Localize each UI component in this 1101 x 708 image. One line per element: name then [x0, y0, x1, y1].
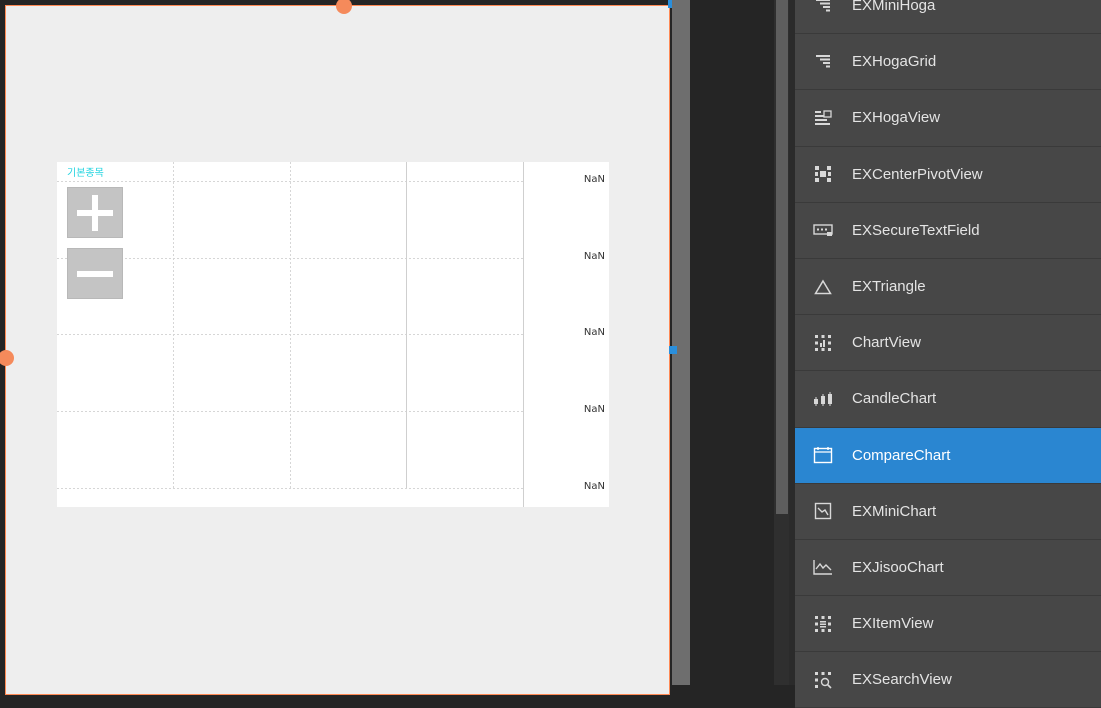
- y-axis-label: NaN: [583, 481, 605, 492]
- hoga-icon: [813, 0, 833, 16]
- palette-item-label: EXHogaGrid: [852, 53, 937, 71]
- design-page[interactable]: 기본종목 NaN NaN NaN NaN NaN: [0, 0, 670, 695]
- palette-item-exhogagrid[interactable]: EXHogaGrid: [795, 34, 1101, 91]
- y-axis-label: NaN: [583, 251, 605, 262]
- palette-item-exjisoochart[interactable]: EXJisooChart: [795, 539, 1101, 597]
- design-canvas[interactable]: 기본종목 NaN NaN NaN NaN NaN: [0, 0, 690, 695]
- pivot-view-icon: [813, 164, 833, 184]
- palette-item-label: EXTriangle: [852, 278, 926, 296]
- search-view-icon: [813, 670, 833, 690]
- zoom-in-button[interactable]: [67, 187, 123, 238]
- resize-handle-left[interactable]: [0, 350, 14, 366]
- palette-scrollbar-thumb[interactable]: [776, 0, 788, 514]
- mini-chart-icon: [813, 501, 833, 521]
- palette-item-label: EXMiniChart: [852, 502, 937, 520]
- palette-item-label: CompareChart: [852, 446, 951, 464]
- palette-item-chartview[interactable]: ChartView: [795, 315, 1101, 372]
- workspace-gutter: [690, 0, 774, 685]
- palette-item-candlechart[interactable]: CandleChart: [795, 371, 1101, 428]
- y-axis-label: NaN: [583, 327, 605, 338]
- palette-item-exhogaview[interactable]: EXHogaView: [795, 90, 1101, 147]
- hoga-view-icon: [813, 108, 833, 128]
- palette-item-label: EXSecureTextField: [852, 221, 980, 239]
- palette-item-label: EXJisooChart: [852, 558, 944, 576]
- palette-item-label: EXMiniHoga: [852, 0, 936, 15]
- resize-handle-top[interactable]: [336, 0, 352, 14]
- palette-item-exsearchview[interactable]: EXSearchView: [795, 652, 1101, 708]
- zoom-out-button[interactable]: [67, 248, 123, 299]
- compare-chart-widget[interactable]: 기본종목 NaN NaN NaN NaN NaN: [57, 162, 609, 507]
- triangle-icon: [813, 277, 833, 297]
- palette-item-label: EXItemView: [852, 615, 934, 633]
- compare-chart-icon: [813, 445, 833, 465]
- chart-title: 기본종목: [67, 168, 104, 179]
- palette-item-exitemview[interactable]: EXItemView: [795, 596, 1101, 653]
- palette-item-exminichart[interactable]: EXMiniChart: [795, 483, 1101, 540]
- chart-view-icon: [813, 333, 833, 353]
- palette-item-comparechart[interactable]: CompareChart: [795, 427, 1101, 484]
- palette-item-label: ChartView: [852, 334, 921, 352]
- component-palette: EXMiniHoga EXHogaGrid EXHogaView EXCente…: [795, 0, 1101, 708]
- y-axis-label: NaN: [583, 404, 605, 415]
- chart-grid: [57, 162, 524, 507]
- palette-item-exminihoga[interactable]: EXMiniHoga: [795, 0, 1101, 35]
- palette-item-label: EXHogaView: [852, 109, 941, 127]
- palette-item-extriangle[interactable]: EXTriangle: [795, 258, 1101, 316]
- secure-field-icon: [813, 220, 833, 240]
- palette-item-label: EXSearchView: [852, 671, 952, 689]
- y-axis-label: NaN: [583, 174, 605, 185]
- line-chart-icon: [813, 557, 833, 577]
- candle-chart-icon: [813, 389, 833, 409]
- palette-item-excenterpivotview[interactable]: EXCenterPivotView: [795, 146, 1101, 203]
- item-view-icon: [813, 614, 833, 634]
- resize-handle-right[interactable]: [669, 346, 677, 354]
- palette-item-label: CandleChart: [852, 390, 937, 408]
- palette-item-exsecuretextfield[interactable]: EXSecureTextField: [795, 202, 1101, 259]
- palette-item-label: EXCenterPivotView: [852, 165, 983, 183]
- hoga-grid-icon: [813, 52, 833, 72]
- canvas-edge-strip: [672, 0, 690, 685]
